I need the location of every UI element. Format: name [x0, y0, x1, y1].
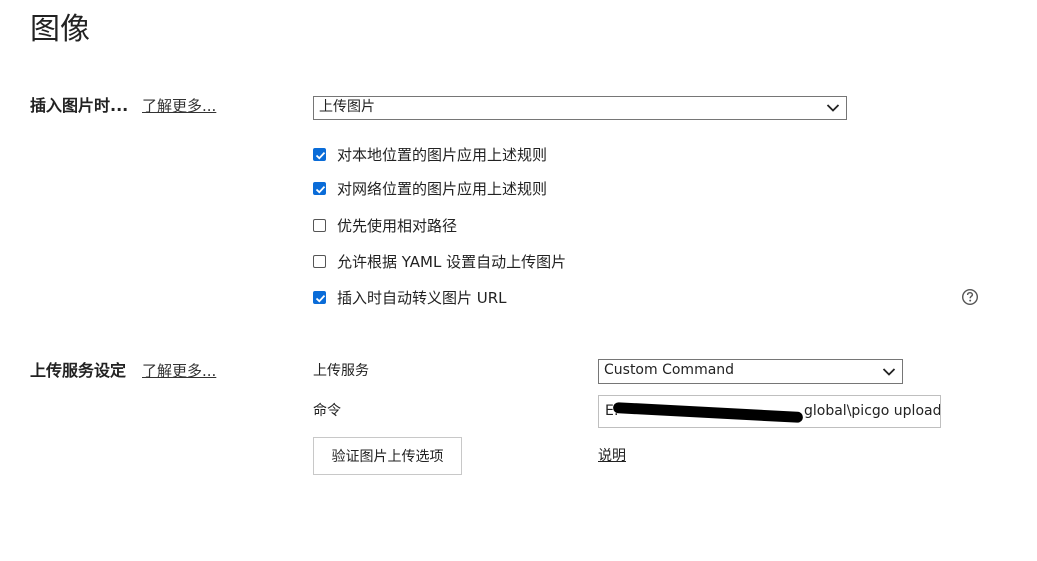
page-title: 图像: [30, 12, 90, 47]
option-apply-local[interactable]: 对本地位置的图片应用上述规则: [313, 144, 547, 164]
option-label: 对网络位置的图片应用上述规则: [337, 179, 548, 198]
option-label: 优先使用相对路径: [337, 216, 458, 235]
upload-service-select[interactable]: Custom Command: [598, 359, 903, 384]
upload-learn-more-link[interactable]: 了解更多...: [142, 361, 216, 381]
checkmark-icon: [315, 185, 326, 193]
checkbox-escape-url[interactable]: [313, 290, 326, 304]
checkbox-relative-path[interactable]: [313, 218, 326, 232]
insert-learn-more-link[interactable]: 了解更多...: [142, 96, 216, 116]
option-escape-url[interactable]: 插入时自动转义图片 URL: [313, 287, 507, 307]
checkbox-yaml-upload[interactable]: [313, 254, 326, 268]
insert-action-select-value: 上传图片: [319, 99, 375, 115]
question-circle-icon[interactable]: [961, 288, 979, 306]
option-yaml-upload[interactable]: 允许根据 YAML 设置自动上传图片: [313, 251, 566, 271]
verify-upload-button[interactable]: 验证图片上传选项: [313, 437, 462, 475]
help-link[interactable]: 说明: [598, 446, 626, 466]
upload-service-label: 上传服务: [313, 363, 369, 379]
option-apply-network[interactable]: 对网络位置的图片应用上述规则: [313, 178, 547, 198]
checkbox-apply-local[interactable]: [313, 147, 326, 161]
chevron-down-icon: [826, 104, 840, 112]
insert-section-label: 插入图片时...: [30, 96, 129, 115]
option-label: 插入时自动转义图片 URL: [337, 288, 507, 307]
option-label: 对本地位置的图片应用上述规则: [337, 145, 548, 164]
command-label: 命令: [313, 403, 341, 419]
upload-section-label: 上传服务设定: [30, 361, 127, 380]
insert-action-select[interactable]: 上传图片: [313, 96, 847, 120]
chevron-down-icon: [882, 367, 896, 376]
command-input[interactable]: E: global\picgo upload: [598, 395, 941, 428]
checkmark-icon: [315, 294, 326, 302]
command-input-suffix: global\picgo upload: [804, 403, 941, 419]
checkmark-icon: [315, 151, 326, 159]
option-label: 允许根据 YAML 设置自动上传图片: [337, 252, 567, 271]
upload-service-select-value: Custom Command: [604, 362, 735, 378]
checkbox-apply-network[interactable]: [313, 181, 326, 195]
redaction-mark: [612, 402, 804, 423]
option-relative-path[interactable]: 优先使用相对路径: [313, 215, 457, 235]
